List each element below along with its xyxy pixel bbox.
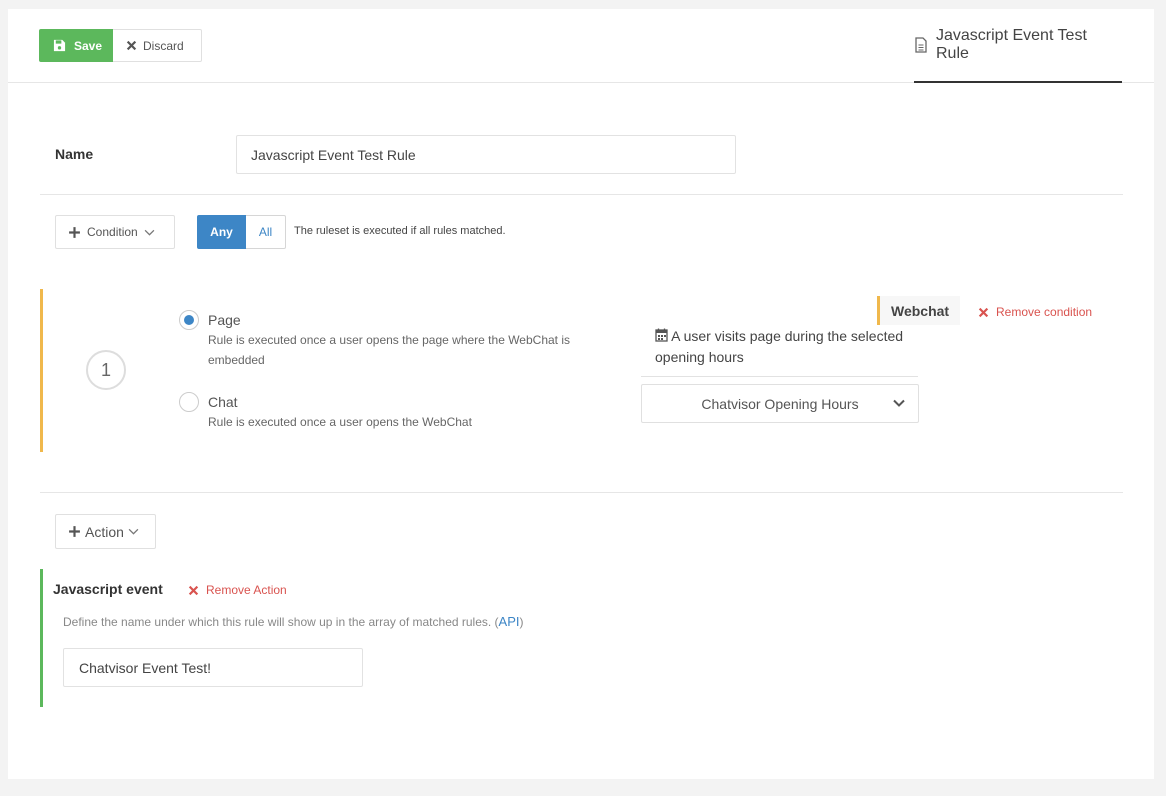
option-chat-description: Rule is executed once a user opens the W… xyxy=(208,415,472,429)
action-description-end: ) xyxy=(519,615,524,629)
save-button-label: Save xyxy=(74,38,103,53)
webchat-tag: Webchat xyxy=(877,296,960,325)
calendar-icon xyxy=(655,328,668,342)
event-name-input[interactable] xyxy=(63,648,363,687)
match-any-toggle[interactable]: Any xyxy=(197,215,246,249)
name-input[interactable] xyxy=(236,135,736,174)
chevron-down-icon xyxy=(128,528,139,535)
action-description: Define the name under which this rule wi… xyxy=(63,614,524,629)
section-divider xyxy=(40,194,1123,195)
remove-condition-button[interactable]: Remove condition xyxy=(978,305,1092,319)
option-chat-title: Chat xyxy=(208,394,238,410)
match-all-toggle[interactable]: All xyxy=(246,215,286,249)
option-page-description: Rule is executed once a user opens the p… xyxy=(208,333,571,367)
add-action-button[interactable]: Action xyxy=(55,514,156,549)
api-link[interactable]: API xyxy=(499,614,520,629)
radio-chat[interactable] xyxy=(179,392,199,412)
tab-rule-title[interactable]: Javascript Event Test Rule xyxy=(914,9,1122,83)
opening-hours-description: A user visits page during the selected o… xyxy=(655,326,915,368)
discard-button-label: Discard xyxy=(143,38,184,53)
add-action-label: Action xyxy=(85,523,124,540)
opening-hours-select[interactable]: Chatvisor Opening Hours xyxy=(641,384,919,423)
select-divider xyxy=(641,376,918,377)
plus-icon xyxy=(69,526,80,537)
option-page-title: Page xyxy=(208,312,241,328)
ruleset-note: The ruleset is executed if all rules mat… xyxy=(294,225,506,237)
add-condition-button[interactable]: Condition xyxy=(55,215,175,249)
action-description-text: Define the name under which this rule wi… xyxy=(63,615,499,629)
rule-editor-card: Save Discard Javascript Event Test Rule … xyxy=(8,9,1154,779)
action-title: Javascript event xyxy=(53,581,163,597)
remove-condition-label: Remove condition xyxy=(996,305,1093,319)
top-toolbar: Save Discard Javascript Event Test Rule xyxy=(8,9,1154,83)
remove-action-button[interactable]: Remove Action xyxy=(188,583,287,597)
condition-number: 1 xyxy=(86,350,126,390)
condition-accent-bar xyxy=(40,289,43,452)
save-button[interactable]: Save xyxy=(39,29,113,62)
add-condition-label: Condition xyxy=(87,225,138,239)
radio-page[interactable] xyxy=(179,310,199,330)
section-divider xyxy=(40,492,1123,493)
tab-title-label: Javascript Event Test Rule xyxy=(936,27,1087,62)
opening-hours-select-value: Chatvisor Opening Hours xyxy=(701,395,859,412)
plus-icon xyxy=(69,226,80,238)
visit-text: A user visits page during the selected o… xyxy=(655,328,904,365)
close-icon xyxy=(188,585,199,595)
floppy-disk-icon xyxy=(53,39,66,52)
close-icon xyxy=(126,40,137,51)
discard-button[interactable]: Discard xyxy=(113,29,202,62)
chevron-down-icon xyxy=(893,399,905,407)
document-icon xyxy=(915,37,927,53)
remove-action-label: Remove Action xyxy=(206,583,287,597)
name-label: Name xyxy=(55,146,94,162)
chevron-down-icon xyxy=(144,229,155,236)
action-accent-bar xyxy=(40,569,43,707)
close-icon xyxy=(978,307,989,317)
